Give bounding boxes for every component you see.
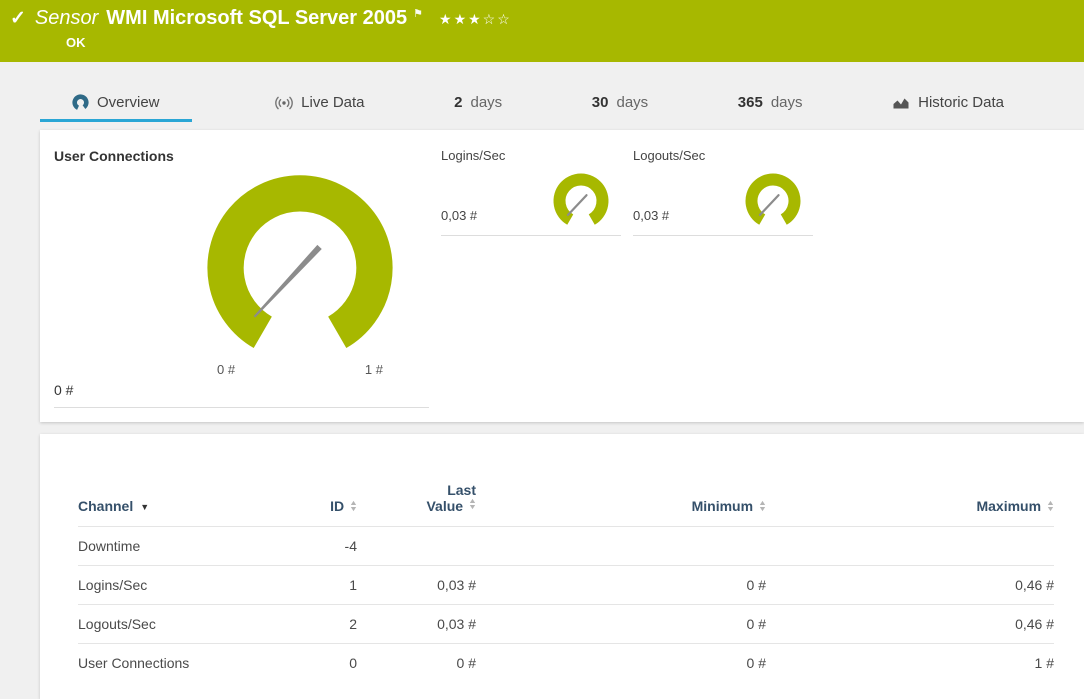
cell-id: -4 — [278, 538, 357, 554]
cell-maximum: 0,46 # — [766, 577, 1054, 593]
tab-365-days[interactable]: 365 days — [732, 86, 809, 122]
gauges-panel: User Connections 0 # 1 # 0 # Logins/Sec … — [40, 130, 1084, 422]
logouts-gauge — [741, 171, 805, 229]
tab-overview[interactable]: Overview — [40, 86, 192, 122]
tab-bar: Overview Live Data 2 days 30 days 365 da… — [0, 86, 1084, 122]
channel-sort-caret-icon[interactable]: ▼ — [140, 502, 149, 512]
area-chart-icon — [892, 95, 910, 110]
gauge-scale: 0 # 1 # — [195, 362, 405, 377]
cell-last-value: 0,03 # — [357, 616, 476, 632]
cell-id: 2 — [278, 616, 357, 632]
sensor-header: ✓ Sensor WMI Microsoft SQL Server 2005 ⚑… — [0, 0, 1084, 62]
cell-last-value: 0 # — [357, 655, 476, 671]
table-row[interactable]: Logins/Sec 1 0,03 # 0 # 0,46 # — [78, 565, 1054, 604]
cell-maximum: 0,46 # — [766, 616, 1054, 632]
cell-id: 0 — [278, 655, 357, 671]
priority-stars[interactable]: ★★★☆☆ — [439, 11, 512, 28]
column-header-channel[interactable]: Channel ▼ — [78, 498, 278, 514]
column-label: Channel — [78, 498, 133, 514]
tab-label: Overview — [97, 94, 160, 111]
column-header-maximum[interactable]: Maximum ▲▼ — [766, 498, 1054, 514]
cell-id: 1 — [278, 577, 357, 593]
status-check-icon: ✓ — [10, 7, 26, 30]
page-title: WMI Microsoft SQL Server 2005 — [106, 7, 407, 30]
gauge-current-value: 0,03 # — [633, 208, 669, 223]
gauge-scale-max: 1 # — [365, 362, 383, 377]
column-label: Minimum — [692, 498, 753, 514]
cell-channel: User Connections — [78, 655, 278, 671]
tab-label: Historic Data — [918, 94, 1004, 111]
overview-gauge-icon — [72, 94, 89, 111]
logins-gauge-section: Logins/Sec 0,03 # — [441, 148, 621, 422]
table-row[interactable]: Downtime -4 — [78, 526, 1054, 565]
status-badge: OK — [10, 35, 1084, 50]
gauge-title: User Connections — [54, 148, 429, 164]
sort-icon[interactable]: ▲▼ — [1047, 501, 1054, 513]
tab-live-data[interactable]: Live Data — [269, 86, 370, 122]
tab-2-days[interactable]: 2 days — [448, 86, 508, 122]
tab-30-days[interactable]: 30 days — [586, 86, 654, 122]
cell-minimum: 0 # — [476, 577, 766, 593]
gauge-current-value: 0 # — [54, 382, 429, 398]
column-label: Value — [426, 498, 463, 514]
logins-gauge — [549, 171, 613, 229]
user-connections-gauge — [195, 166, 405, 362]
tab-label: Live Data — [301, 94, 364, 111]
section-divider — [633, 235, 813, 236]
channels-table-panel: Channel ▼ ID ▲▼ Last Value ▲▼ Minimum ▲▼… — [40, 434, 1084, 699]
sensor-type-label: Sensor — [35, 7, 98, 30]
sort-icon[interactable]: ▲▼ — [469, 499, 476, 511]
gauge-scale-min: 0 # — [217, 362, 235, 377]
gauge-title: Logins/Sec — [441, 148, 621, 163]
tab-unit: days — [771, 94, 803, 111]
column-header-id[interactable]: ID ▲▼ — [278, 498, 357, 514]
table-row[interactable]: User Connections 0 0 # 0 # 1 # — [78, 643, 1054, 682]
cell-channel: Logins/Sec — [78, 577, 278, 593]
sort-icon[interactable]: ▲▼ — [350, 501, 357, 513]
column-label: ID — [330, 498, 344, 514]
sort-icon[interactable]: ▲▼ — [759, 501, 766, 513]
tab-number: 30 — [592, 94, 609, 111]
tab-number: 365 — [738, 94, 763, 111]
cell-maximum: 1 # — [766, 655, 1054, 671]
tab-unit: days — [616, 94, 648, 111]
cell-minimum: 0 # — [476, 655, 766, 671]
cell-last-value: 0,03 # — [357, 577, 476, 593]
user-connections-gauge-section: User Connections 0 # 1 # 0 # — [54, 148, 429, 422]
tab-unit: days — [470, 94, 502, 111]
section-divider — [441, 235, 621, 236]
section-divider — [54, 407, 429, 408]
logouts-gauge-section: Logouts/Sec 0,03 # — [633, 148, 813, 422]
gauge-title: Logouts/Sec — [633, 148, 813, 163]
column-header-minimum[interactable]: Minimum ▲▼ — [476, 498, 766, 514]
table-row[interactable]: Logouts/Sec 2 0,03 # 0 # 0,46 # — [78, 604, 1054, 643]
flag-icon[interactable]: ⚑ — [413, 7, 423, 20]
gauge-current-value: 0,03 # — [441, 208, 477, 223]
column-header-last-value[interactable]: Last Value ▲▼ — [357, 482, 476, 514]
cell-channel: Logouts/Sec — [78, 616, 278, 632]
tab-number: 2 — [454, 94, 462, 111]
cell-channel: Downtime — [78, 538, 278, 554]
column-label: Maximum — [976, 498, 1041, 514]
broadcast-icon — [275, 95, 293, 111]
sensor-page: ✓ Sensor WMI Microsoft SQL Server 2005 ⚑… — [0, 0, 1084, 699]
table-header-row: Channel ▼ ID ▲▼ Last Value ▲▼ Minimum ▲▼… — [78, 478, 1054, 526]
tab-historic-data[interactable]: Historic Data — [886, 86, 1010, 122]
cell-minimum: 0 # — [476, 616, 766, 632]
column-label: Last — [447, 482, 476, 498]
